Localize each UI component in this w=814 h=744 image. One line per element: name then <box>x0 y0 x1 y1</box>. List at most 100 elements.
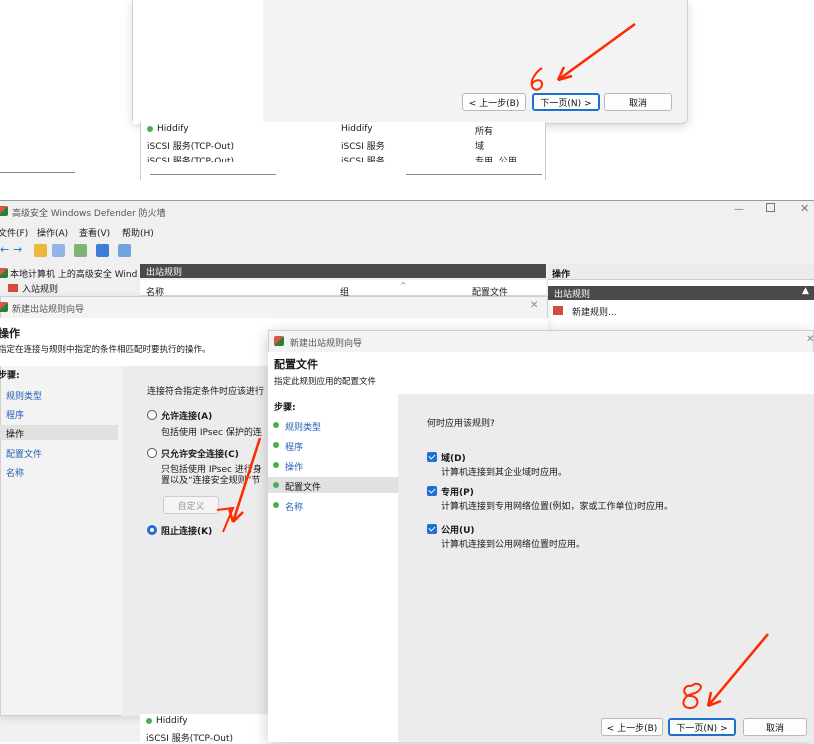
column-header: 名称 ^ 组 配置文件 <box>140 280 546 298</box>
top-dialog-steps-panel <box>133 0 263 124</box>
wizard2-subheading: 指定此规则应用的配置文件 <box>274 377 377 387</box>
wizard2-icon <box>274 336 284 346</box>
annotation-arrow-7 <box>216 437 262 533</box>
menu-action[interactable]: 操作(A) <box>37 226 68 239</box>
export-icon[interactable] <box>74 244 87 257</box>
divider <box>0 172 75 173</box>
list-item: iSCSI 服务 <box>341 157 385 162</box>
action-new-rule[interactable]: 新建规则... <box>572 305 617 318</box>
list-item: iSCSI 服务 <box>341 142 385 152</box>
wizard1-close-icon[interactable]: ✕ <box>530 300 538 311</box>
radio-block[interactable] <box>147 525 157 535</box>
wizard2-cancel-button[interactable]: 取消 <box>743 718 807 736</box>
wizard2-heading: 配置文件 <box>274 358 318 371</box>
private-label[interactable]: 专用(P) <box>441 485 474 498</box>
wizard1-step-name[interactable]: 名称 <box>6 466 24 479</box>
actions-sub: 出站规则 <box>554 290 591 300</box>
wizard1-icon <box>0 302 8 312</box>
step-todo-icon <box>273 502 279 508</box>
radio-secure[interactable] <box>147 448 157 458</box>
list-item: iSCSI 服务(TCP-Out) <box>147 142 235 152</box>
wizard2-step-action[interactable]: 操作 <box>285 460 303 473</box>
domain-desc: 计算机连接到其企业域时应用。 <box>441 468 568 478</box>
wizard2-next-button[interactable]: 下一页(N) > <box>668 718 736 736</box>
wizard2-step-program[interactable]: 程序 <box>285 440 303 453</box>
step-done-icon <box>273 442 279 448</box>
annotation-arrow-6 <box>530 22 636 91</box>
actions-sub-bar: 出站规则 ▲ <box>548 286 814 300</box>
menu-file[interactable]: 文件(F) <box>0 226 28 239</box>
wizard1-subheading: 指定在连接与规则中指定的条件相匹配时要执行的操作。 <box>0 345 211 355</box>
list-view-icon[interactable] <box>52 244 65 257</box>
opt-allow-label[interactable]: 允许连接(A) <box>161 409 212 422</box>
wizard1-step-rule-type[interactable]: 规则类型 <box>6 389 42 402</box>
minimize-button[interactable]: — <box>734 204 744 215</box>
maximize-button[interactable] <box>766 203 775 212</box>
divider <box>406 174 542 175</box>
actions-header: 操作 <box>552 270 571 280</box>
wizard2-back-button[interactable]: < 上一步(B) <box>601 718 663 736</box>
window-title: 高级安全 Windows Defender 防火墙 <box>12 209 166 219</box>
behind-list: Hiddify Hiddify 所有 iSCSI 服务(TCP-Out) iSC… <box>140 122 546 180</box>
step-done-icon <box>273 422 279 428</box>
close-button[interactable]: ✕ <box>800 202 809 215</box>
radio-allow[interactable] <box>147 410 157 420</box>
list-item: Hiddify <box>341 124 373 134</box>
folder-icon[interactable] <box>34 244 47 257</box>
list-item: 所有 <box>475 127 494 137</box>
checkbox-private[interactable] <box>427 486 437 496</box>
firewall-icon <box>0 206 8 216</box>
allow-icon <box>147 126 153 132</box>
list-item: iSCSI 服务(TCP-Out) <box>146 734 234 744</box>
checkbox-public[interactable] <box>427 524 437 534</box>
wizard1-heading: 操作 <box>0 327 20 340</box>
wizard1-prompt: 连接符合指定条件时应该进行 <box>147 387 265 397</box>
center-header: 出站规则 <box>140 264 546 278</box>
wizard1-step-action[interactable]: 操作 <box>6 427 24 440</box>
wizard1-steps-label: 步骤: <box>0 371 20 381</box>
properties-icon[interactable] <box>118 244 131 257</box>
new-rule-icon <box>553 306 563 315</box>
center-header-title: 出站规则 <box>146 268 183 278</box>
wizard2-step-profile[interactable]: 配置文件 <box>285 480 321 493</box>
menu-bar: 文件(F) 操作(A) 查看(V) 帮助(H) <box>0 224 814 240</box>
private-desc: 计算机连接到专用网络位置(例如，家或工作单位)时应用。 <box>441 502 674 512</box>
tree-root[interactable]: 本地计算机 上的高级安全 Windows <box>10 267 138 280</box>
wizard1-step-program[interactable]: 程序 <box>6 408 24 421</box>
checkbox-domain[interactable] <box>427 452 437 462</box>
bottom-list: Hiddify iSCSI 服务(TCP-Out) <box>140 714 280 744</box>
list-item: 专用, 公用 <box>475 157 517 162</box>
wizard1-step-profile[interactable]: 配置文件 <box>6 447 42 460</box>
wizard2-question: 何时应用该规则? <box>427 419 495 429</box>
wizard2-close-icon[interactable]: ✕ <box>806 334 814 345</box>
wizard1-title: 新建出站规则向导 <box>12 305 85 315</box>
wizard2-step-name[interactable]: 名称 <box>285 500 303 513</box>
step-done-icon <box>273 462 279 468</box>
wizard2-header <box>268 352 814 394</box>
domain-label[interactable]: 域(D) <box>441 451 466 464</box>
annotation-arrow-8 <box>682 633 769 710</box>
collapse-icon[interactable]: ▲ <box>802 286 809 296</box>
allow-icon <box>146 718 152 724</box>
wizard2-steps-label: 步骤: <box>274 403 296 413</box>
actions-header-bar: 操作 <box>548 264 814 280</box>
list-item: Hiddify <box>157 124 189 134</box>
inbound-icon <box>8 284 18 292</box>
public-label[interactable]: 公用(U) <box>441 523 475 536</box>
help-icon[interactable] <box>96 244 109 257</box>
menu-help[interactable]: 帮助(H) <box>122 226 154 239</box>
wizard2-title: 新建出站规则向导 <box>290 339 363 349</box>
public-desc: 计算机连接到公用网络位置时应用。 <box>441 540 586 550</box>
tree-inbound[interactable]: 入站规则 <box>22 282 58 295</box>
divider <box>150 174 276 175</box>
forward-arrow-icon[interactable]: → <box>13 243 22 256</box>
step-current-icon <box>273 482 279 488</box>
list-item: iSCSI 服务(TCP-Out) <box>147 157 235 162</box>
actions-pane: 操作 出站规则 ▲ 新建规则... <box>548 264 814 334</box>
menu-view[interactable]: 查看(V) <box>79 226 110 239</box>
sort-chevron-icon: ^ <box>400 281 407 290</box>
back-arrow-icon[interactable]: ← <box>0 243 9 256</box>
computer-shield-icon <box>0 268 8 278</box>
wizard2-step-rule-type[interactable]: 规则类型 <box>285 420 321 433</box>
list-item: Hiddify <box>156 716 188 726</box>
